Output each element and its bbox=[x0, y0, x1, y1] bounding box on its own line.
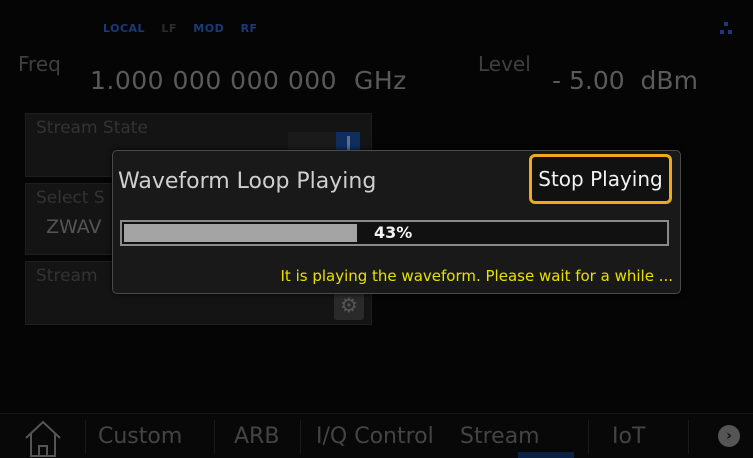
level-number: - 5.00 bbox=[552, 66, 625, 95]
nav-iot[interactable]: IoT bbox=[612, 424, 645, 449]
nav-iq-control[interactable]: I/Q Control bbox=[316, 424, 434, 449]
freq-unit: GHz bbox=[353, 66, 407, 95]
waveform-playing-dialog: Waveform Loop Playing Stop Playing 43% I… bbox=[112, 150, 681, 294]
freq-number: 1.000 000 000 000 bbox=[90, 66, 338, 95]
select-stream-label: Select S bbox=[36, 188, 105, 208]
freq-label[interactable]: Freq bbox=[18, 52, 61, 76]
dialog-title: Waveform Loop Playing bbox=[118, 169, 377, 194]
chevron-right-icon[interactable]: › bbox=[718, 425, 740, 447]
home-icon[interactable] bbox=[22, 418, 64, 458]
nav-arb[interactable]: ARB bbox=[234, 424, 279, 449]
nav-active-indicator bbox=[518, 452, 574, 458]
rf-indicator: RF bbox=[240, 22, 258, 35]
mod-indicator: MOD bbox=[193, 22, 225, 35]
main-screen: LOCAL LF MOD RF Freq 1.000 000 000 000 G… bbox=[0, 0, 753, 458]
progress-percent: 43% bbox=[374, 223, 413, 242]
stop-playing-button[interactable]: Stop Playing bbox=[529, 154, 672, 204]
dialog-message: It is playing the waveform. Please wait … bbox=[280, 267, 674, 285]
stream-settings-label: Stream bbox=[36, 266, 98, 286]
freq-value[interactable]: 1.000 000 000 000 GHz bbox=[90, 66, 407, 95]
select-stream-value: ZWAV bbox=[46, 216, 102, 238]
nav-custom[interactable]: Custom bbox=[98, 424, 182, 449]
playback-progress-bar: 43% bbox=[120, 220, 669, 246]
local-indicator: LOCAL bbox=[103, 22, 146, 35]
level-unit: dBm bbox=[640, 66, 698, 95]
status-bar: LOCAL LF MOD RF bbox=[103, 22, 270, 35]
stream-state-label: Stream State bbox=[36, 118, 148, 138]
gear-icon[interactable]: ⚙ bbox=[334, 290, 364, 320]
level-label[interactable]: Level bbox=[478, 52, 531, 76]
network-icon bbox=[720, 22, 732, 34]
bottom-nav: Custom ARB I/Q Control Stream IoT › bbox=[0, 413, 753, 458]
level-value[interactable]: - 5.00 dBm bbox=[552, 66, 698, 95]
lf-indicator: LF bbox=[161, 22, 177, 35]
progress-fill bbox=[124, 224, 357, 242]
nav-stream[interactable]: Stream bbox=[460, 424, 540, 449]
